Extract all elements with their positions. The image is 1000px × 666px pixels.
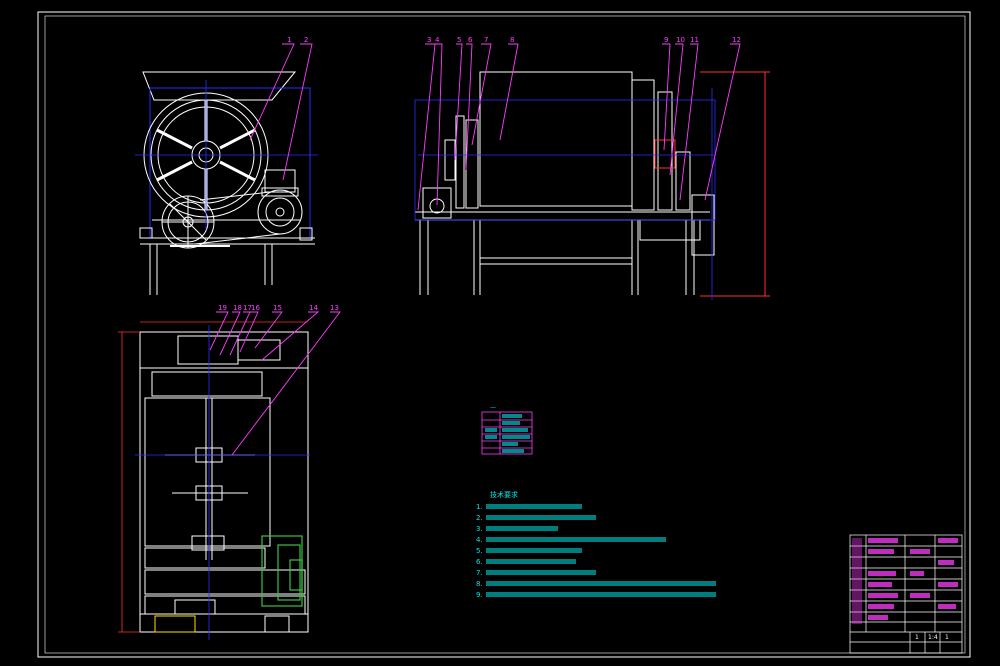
parameter-table-title: — (490, 404, 496, 411)
note-8: 8. (476, 580, 483, 588)
notes-title: 技术要求 (490, 490, 518, 499)
title-block-qty: 1 (915, 634, 919, 641)
note-6: 6. (476, 558, 483, 566)
balloon-1: 1 (287, 36, 291, 44)
balloon-11: 11 (690, 36, 699, 44)
balloon-8: 8 (510, 36, 514, 44)
title-block-sheet: 1 (945, 634, 949, 641)
cad-drawing-sheet: 1 2 3 4 5 6 7 8 9 10 11 12 19 18 17 16 1… (0, 0, 1000, 666)
balloon-3: 3 (427, 36, 431, 44)
note-1: 1. (476, 503, 483, 511)
note-5: 5. (476, 547, 483, 555)
balloon-6: 6 (468, 36, 473, 44)
note-4: 4. (476, 536, 483, 544)
balloon-2: 2 (304, 36, 308, 44)
note-7: 7. (476, 569, 483, 577)
note-9: 9. (476, 591, 483, 599)
balloon-10: 10 (676, 36, 685, 44)
balloon-4: 4 (435, 36, 440, 44)
balloon-16: 16 (251, 304, 260, 312)
balloon-14: 14 (309, 304, 318, 312)
balloon-5: 5 (457, 36, 461, 44)
balloon-18: 18 (233, 304, 242, 312)
balloon-12: 12 (732, 36, 741, 44)
title-block-scale: 1:4 (928, 634, 938, 641)
note-2: 2. (476, 514, 483, 522)
note-3: 3. (476, 525, 483, 533)
balloon-9: 9 (664, 36, 668, 44)
balloon-19: 19 (218, 304, 227, 312)
balloon-13: 13 (330, 304, 339, 312)
balloon-15: 15 (273, 304, 282, 312)
balloon-7: 7 (484, 36, 488, 44)
